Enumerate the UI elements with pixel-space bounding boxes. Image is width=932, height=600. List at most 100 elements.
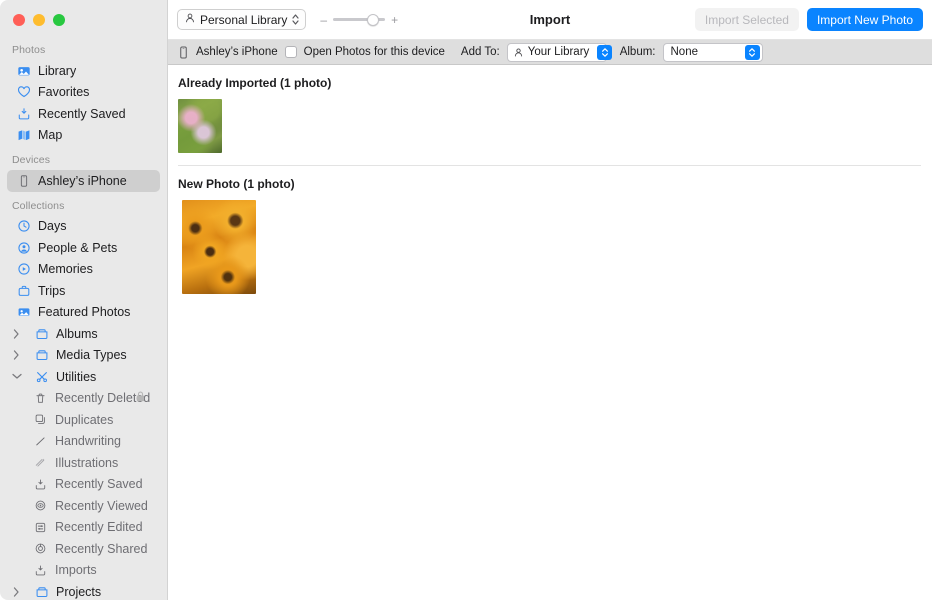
sidebar-item-label: Trips (38, 283, 66, 298)
close-button[interactable] (13, 14, 25, 26)
maximize-button[interactable] (53, 14, 65, 26)
sidebar-item-utilities[interactable]: Utilities (7, 366, 160, 388)
sidebar-item-label: Handwriting (55, 434, 122, 449)
add-to-value: Your Library (527, 46, 590, 58)
sidebar-item-recently-deleted[interactable]: Recently Deleted (7, 388, 160, 410)
sidebar-item-favorites[interactable]: Favorites (7, 82, 160, 104)
zoom-out-label[interactable]: – (320, 14, 327, 26)
add-to-popup-button[interactable]: Your Library (506, 42, 613, 62)
sidebar-item-map[interactable]: Map (7, 125, 160, 147)
sidebar-item-projects[interactable]: Projects (7, 581, 160, 600)
sidebar-item-label: Recently Shared (55, 541, 148, 556)
sidebar-item-label: Featured Photos (38, 305, 131, 320)
sidebar-item-recently-saved-utility[interactable]: Recently Saved (7, 474, 160, 496)
minimize-button[interactable] (33, 14, 45, 26)
sidebar-item-label: Map (38, 128, 63, 143)
sidebar-item-label: Illustrations (55, 455, 119, 470)
lock-icon (135, 391, 146, 406)
sidebar-item-duplicates[interactable]: Duplicates (7, 409, 160, 431)
person-icon (513, 47, 524, 58)
chevron-right-icon[interactable] (10, 329, 23, 339)
share-circle-icon (33, 541, 48, 556)
photos-library-icon (16, 63, 31, 78)
main-area: Personal Library – + Import Import Selec… (168, 0, 932, 600)
sidebar-item-recently-viewed[interactable]: Recently Viewed (7, 495, 160, 517)
sidebar-item-label: Ashley’s iPhone (38, 173, 127, 188)
sidebar-item-imports[interactable]: Imports (7, 560, 160, 582)
sidebar-item-handwriting[interactable]: Handwriting (7, 431, 160, 453)
import-content: Already Imported (1 photo) New Photo (1 … (168, 65, 932, 600)
album-label: Album: (619, 46, 656, 58)
import-new-photo-button[interactable]: Import New Photo (806, 8, 923, 31)
add-to-label: Add To: (460, 46, 500, 58)
sidebar-item-ashleys-iphone[interactable]: Ashley’s iPhone (7, 170, 160, 192)
folder-icon (34, 326, 49, 341)
sidebar-item-library[interactable]: Library (7, 60, 160, 82)
featured-photo-icon (16, 305, 31, 320)
section-already-imported: Already Imported (1 photo) (168, 65, 932, 166)
folder-icon (34, 348, 49, 363)
sidebar-item-memories[interactable]: Memories (7, 259, 160, 281)
sidebar-item-trips[interactable]: Trips (7, 280, 160, 302)
map-icon (16, 128, 31, 143)
open-photos-checkbox[interactable] (284, 46, 297, 58)
zoom-slider[interactable] (333, 13, 386, 27)
sidebar-item-label: Recently Viewed (55, 498, 148, 513)
chevron-up-down-icon (744, 44, 760, 60)
photos-import-window: Photos Library Favorites Recently Saved … (0, 0, 932, 600)
sidebar-item-label: Imports (55, 563, 97, 578)
sidebar-item-recently-edited[interactable]: Recently Edited (7, 517, 160, 539)
sidebar-item-label: Memories (38, 262, 93, 277)
chevron-right-icon[interactable] (10, 587, 23, 597)
zoom-control: – + (320, 13, 398, 27)
sidebar-item-recently-shared[interactable]: Recently Shared (7, 538, 160, 560)
sidebar-item-media-types[interactable]: Media Types (7, 345, 160, 367)
trash-icon (33, 391, 48, 406)
chevron-right-icon[interactable] (10, 350, 23, 360)
section-header: New Photo (1 photo) (178, 177, 295, 191)
chevron-up-down-icon (291, 13, 300, 26)
sidebar-item-label: Favorites (38, 85, 90, 100)
sidebar-item-label: Recently Edited (55, 520, 143, 535)
sidebar-item-label: Utilities (56, 369, 97, 384)
sidebar-item-label: Recently Saved (38, 106, 126, 121)
section-header: Already Imported (1 photo) (178, 76, 332, 90)
eye-target-icon (33, 498, 48, 513)
photo-thumbnail[interactable] (182, 200, 256, 294)
import-device-name: Ashley’s iPhone (196, 46, 278, 58)
chevron-down-icon[interactable] (10, 373, 23, 380)
sidebar-section-collections-title: Collections (12, 199, 65, 212)
tools-icon (34, 369, 49, 384)
tray-arrow-down-icon (33, 563, 48, 578)
tray-arrow-down-icon (16, 106, 31, 121)
sidebar-item-illustrations[interactable]: Illustrations (7, 452, 160, 474)
import-selected-button[interactable]: Import Selected (694, 8, 799, 31)
suitcase-icon (16, 283, 31, 298)
sidebar-item-label: Albums (56, 326, 98, 341)
section-new-photo: New Photo (1 photo) (168, 166, 932, 294)
sidebar-item-people-and-pets[interactable]: People & Pets (7, 237, 160, 259)
zoom-in-label[interactable]: + (391, 14, 398, 26)
open-photos-checkbox-label[interactable]: Open Photos for this device (304, 46, 445, 58)
sidebar-item-label: Media Types (56, 348, 127, 363)
heart-icon (16, 85, 31, 100)
tray-arrow-down-icon (33, 477, 48, 492)
sidebar-item-days[interactable]: Days (7, 216, 160, 238)
sliders-square-icon (33, 520, 48, 535)
thumbnail-row (168, 191, 932, 294)
sidebar-item-label: People & Pets (38, 240, 118, 255)
sidebar-item-albums[interactable]: Albums (7, 323, 160, 345)
sidebar-item-label: Library (38, 63, 77, 78)
zoom-slider-thumb[interactable] (367, 13, 380, 26)
thumbnail-row (168, 90, 932, 153)
duplicates-icon (33, 412, 48, 427)
album-popup-button[interactable]: None (662, 42, 763, 62)
person-circle-icon (16, 240, 31, 255)
handwriting-icon (33, 434, 48, 449)
sidebar-item-featured-photos[interactable]: Featured Photos (7, 302, 160, 324)
photo-thumbnail[interactable] (178, 99, 222, 153)
library-popup-button[interactable]: Personal Library (177, 9, 307, 30)
memories-play-icon (16, 262, 31, 277)
illustrations-icon (33, 455, 48, 470)
sidebar-item-recently-saved[interactable]: Recently Saved (7, 103, 160, 125)
